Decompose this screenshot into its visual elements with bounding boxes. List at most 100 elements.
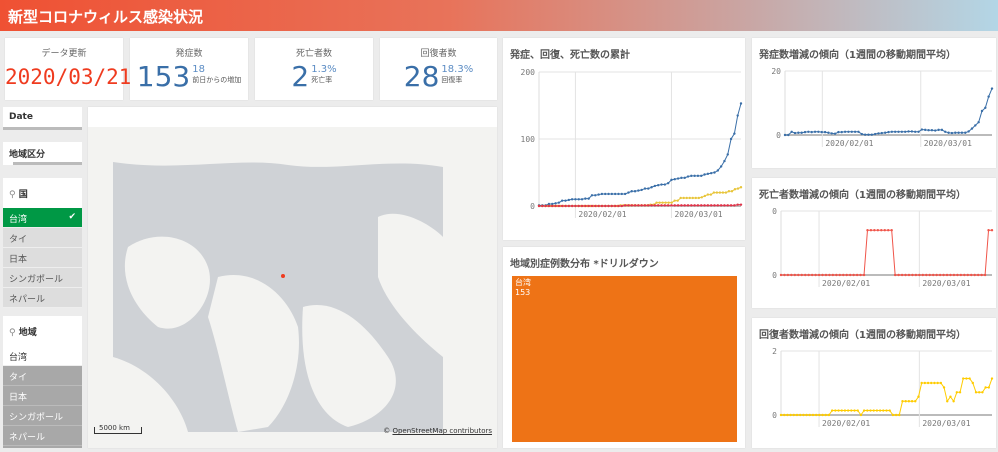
data-point (627, 204, 630, 207)
series-line-発症 (539, 103, 742, 206)
data-point (984, 386, 987, 389)
data-point (987, 95, 990, 98)
map[interactable]: 5000 km © OpenStreetMap contributors (88, 127, 497, 448)
list-item[interactable]: 日本 (3, 248, 82, 268)
list-item[interactable]: タイ (3, 366, 82, 386)
data-point (730, 190, 734, 193)
data-point (980, 273, 983, 277)
kpi-value: 2020/03/21 (5, 65, 132, 89)
data-point (950, 131, 954, 135)
kpi-value: 2 (291, 60, 310, 93)
data-point (897, 130, 900, 133)
data-point (795, 413, 799, 417)
data-point (966, 273, 969, 277)
data-point (925, 273, 928, 277)
data-point (724, 191, 728, 194)
list-item[interactable]: ネパール (3, 288, 82, 308)
world-map (113, 132, 443, 432)
deaths-trend-panel: 死亡者数増減の傾向（1週間の移動期間平均） 0 0 2020/02/01 2020/0… (752, 178, 996, 308)
data-point (920, 128, 924, 131)
list-item[interactable]: シンガポール (3, 406, 82, 426)
x-tick-label: 2020/03/01 (922, 419, 970, 428)
search-icon[interactable]: ⚲ (9, 190, 16, 200)
data-point (942, 273, 945, 277)
data-point (845, 273, 848, 277)
list-item[interactable]: シンガポール (3, 268, 82, 288)
data-point (888, 409, 891, 412)
data-point (676, 199, 679, 202)
data-point (682, 196, 685, 200)
data-point (830, 132, 833, 135)
data-point (686, 204, 690, 207)
data-point (676, 204, 680, 207)
data-point (607, 204, 610, 208)
y-tick-label: 0 (530, 202, 535, 211)
data-point (840, 130, 843, 134)
data-point (670, 201, 673, 204)
data-point (862, 409, 866, 412)
kpi-label: データ更新 (41, 49, 87, 59)
data-point (974, 124, 977, 127)
data-point (655, 201, 658, 204)
data-point (713, 171, 716, 174)
data-point (859, 413, 863, 417)
data-point (883, 229, 886, 232)
kpi-label: 発症数 (175, 49, 203, 59)
data-point (719, 165, 723, 168)
osm-link[interactable]: OpenStreetMap contributors (392, 427, 492, 435)
data-point (580, 204, 584, 208)
data-point (817, 273, 821, 277)
search-icon[interactable]: ⚲ (9, 328, 16, 338)
data-point (544, 204, 547, 208)
kpi-label: 死亡者数 (295, 49, 332, 59)
data-point (653, 184, 657, 188)
data-point (914, 400, 917, 403)
kpi-value: 28 (403, 60, 440, 93)
data-point (560, 199, 564, 202)
data-point (846, 409, 850, 412)
cell-value: 153 (515, 288, 531, 297)
data-point (797, 273, 800, 277)
kpi-label: 回復者数 (420, 49, 457, 59)
data-point (673, 178, 676, 181)
data-point (973, 273, 976, 277)
chart-title: 死亡者数増減の傾向（1週間の移動期間平均） (759, 190, 966, 201)
data-point (610, 204, 614, 208)
data-point (570, 204, 574, 208)
treemap-cell-taiwan[interactable]: 台湾 153 (512, 276, 737, 442)
date-filter[interactable]: Date (3, 107, 82, 130)
data-point (821, 273, 824, 277)
data-point (733, 188, 737, 191)
data-point (934, 129, 937, 132)
list-item[interactable]: 日本 (3, 386, 82, 406)
data-point (987, 229, 990, 232)
data-point (792, 413, 795, 417)
data-point (793, 131, 797, 135)
map-attribution: © OpenStreetMap contributors (383, 427, 492, 435)
data-point (930, 129, 934, 132)
data-point (898, 413, 901, 417)
data-point (907, 400, 911, 403)
data-point (584, 197, 587, 200)
data-point (680, 204, 683, 207)
region-type-filter[interactable]: 地域区分 (3, 142, 82, 165)
data-point (942, 386, 946, 389)
cases-trend-chart: 0 20 2020/02/01 2020/03/01 (771, 67, 994, 148)
data-point (663, 183, 667, 186)
data-point (958, 391, 962, 394)
data-point (679, 196, 682, 200)
data-point (551, 204, 554, 208)
data-point (567, 204, 571, 208)
data-point (937, 128, 940, 132)
list-item[interactable]: ネパール (3, 426, 82, 446)
data-point (862, 273, 866, 277)
data-point (798, 413, 802, 417)
list-item[interactable]: タイ (3, 228, 82, 248)
data-point (663, 204, 667, 207)
data-point (873, 229, 876, 232)
data-point (670, 204, 673, 207)
filter-label: 国 (18, 190, 28, 200)
list-item[interactable]: 台湾 (3, 346, 82, 366)
list-item-taiwan[interactable]: 台湾 ✔ (3, 208, 82, 228)
data-point (617, 192, 620, 196)
